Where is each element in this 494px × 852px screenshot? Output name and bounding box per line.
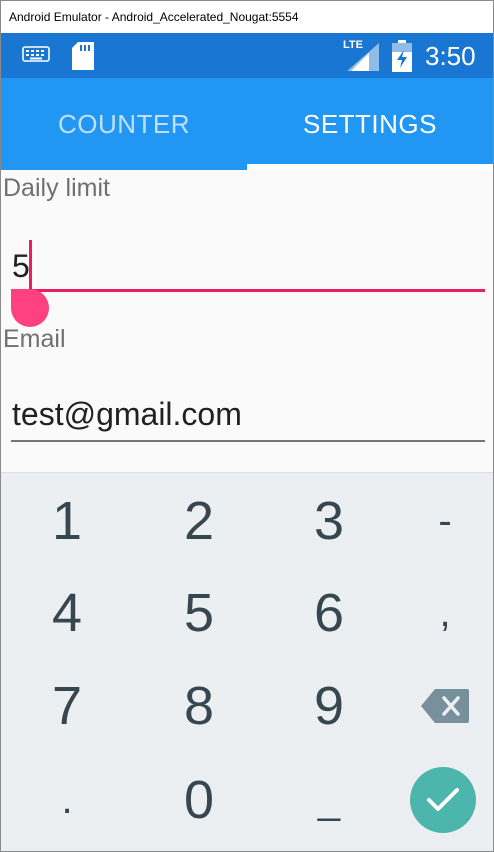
email-underline [11,440,485,442]
key-4[interactable]: 4 [12,573,122,653]
key-comma[interactable]: , [390,573,493,653]
key-underscore-label: _ [317,777,341,822]
keyboard-icon [22,46,50,64]
key-0-label: 0 [183,770,215,830]
tab-counter-label: COUNTER [57,108,191,139]
key-1-label: 1 [51,491,83,551]
key-underscore[interactable]: _ [274,760,384,840]
key-6[interactable]: 6 [274,573,384,653]
key-6-label: 6 [313,583,345,643]
emulator-window: Android Emulator - Android_Accelerated_N… [0,0,494,852]
key-minus[interactable]: - [390,481,493,561]
tab-settings[interactable]: SETTINGS [247,78,493,170]
key-minus-label: - [438,498,452,543]
key-7[interactable]: 7 [12,666,122,746]
key-8[interactable]: 8 [144,666,254,746]
backspace-key[interactable] [390,666,493,746]
key-5[interactable]: 5 [144,573,254,653]
daily-limit-input[interactable]: 5 [1,230,493,327]
email-label: Email [3,325,66,353]
status-bar: LTE 3:50 [1,33,493,78]
cursor-handle[interactable] [11,289,49,327]
key-8-label: 8 [183,676,215,736]
daily-limit-value: 5 [12,248,30,284]
key-comma-label: , [439,590,451,635]
key-period-label: . [61,777,73,822]
battery-charging-icon [392,40,412,72]
key-4-label: 4 [51,583,83,643]
key-5-label: 5 [183,583,215,643]
key-2-label: 2 [183,491,215,551]
key-3-label: 3 [313,491,345,551]
done-button[interactable] [410,767,476,833]
daily-limit-label: Daily limit [3,174,110,202]
settings-form: Daily limit 5 Email test@gmail.com [1,170,493,475]
daily-limit-underline [11,289,485,292]
key-0[interactable]: 0 [144,760,254,840]
numeric-keyboard: 1 2 3 - 4 5 6 , 7 8 9 . 0 _ [1,472,493,851]
key-1[interactable]: 1 [12,481,122,561]
signal-icon [347,43,379,71]
backspace-icon [421,689,469,723]
key-9[interactable]: 9 [274,666,384,746]
key-period[interactable]: . [12,760,122,840]
email-input[interactable]: test@gmail.com [1,388,493,444]
text-cursor [29,240,32,292]
key-2[interactable]: 2 [144,481,254,561]
window-title: Android Emulator - Android_Accelerated_N… [9,10,299,24]
checkmark-icon [426,787,460,813]
tab-bar: COUNTER SETTINGS [1,78,493,170]
key-9-label: 9 [313,676,345,736]
tab-counter[interactable]: COUNTER [1,78,247,170]
email-value: test@gmail.com [12,396,242,432]
sd-card-icon [72,42,94,70]
key-3[interactable]: 3 [274,481,384,561]
key-7-label: 7 [51,676,83,736]
tab-settings-label: SETTINGS [302,108,437,139]
window-titlebar: Android Emulator - Android_Accelerated_N… [1,1,493,33]
status-time: 3:50 [425,41,476,71]
